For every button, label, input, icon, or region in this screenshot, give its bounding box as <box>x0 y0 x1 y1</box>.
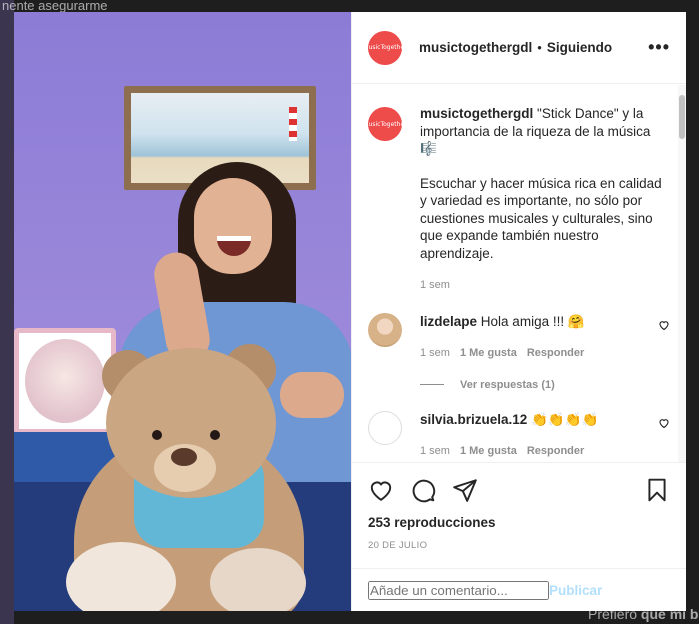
video-person-arm-right <box>280 372 344 418</box>
comment-item: lizdelape Hola amiga !!! 🤗 1 sem 1 Me gu… <box>368 312 670 363</box>
comments-scrollbar[interactable] <box>678 85 686 462</box>
author-username[interactable]: musictogethergdl <box>419 40 532 55</box>
commenter-avatar[interactable] <box>368 312 402 347</box>
teddy-bear-eye <box>152 430 162 440</box>
view-count[interactable]: 253 reproducciones <box>368 515 670 530</box>
avatar-logo-text: MusicTogether <box>363 44 407 51</box>
comment-username[interactable]: silvia.brizuela.12 <box>420 412 527 427</box>
video-person-face <box>194 178 272 274</box>
caption-username[interactable]: musictogethergdl <box>420 106 533 121</box>
commenter-avatar[interactable] <box>368 410 402 445</box>
comment-time[interactable]: 1 sem <box>420 443 450 461</box>
following-button[interactable]: Siguiendo <box>547 40 612 55</box>
comment-composer: Publicar <box>352 568 686 611</box>
comments-scrollbar-thumb[interactable] <box>679 95 685 139</box>
caption-time[interactable]: 1 sem <box>420 277 450 295</box>
header-separator: • <box>537 40 542 55</box>
video-player[interactable] <box>14 12 351 611</box>
view-replies-label: Ver respuestas (1) <box>460 378 555 391</box>
caption-avatar[interactable]: MusicTogether <box>363 107 407 141</box>
avatar-logo-text: MusicTogether <box>363 120 407 128</box>
share-paper-plane-icon[interactable] <box>452 477 478 503</box>
comment-username[interactable]: lizdelape <box>420 314 477 329</box>
add-comment-input[interactable] <box>368 580 549 600</box>
comments-list[interactable]: MusicTogether musictogethergdl "Stick Da… <box>352 85 686 462</box>
teddy-bear-foot-right <box>210 548 306 611</box>
caption: MusicTogether musictogethergdl "Stick Da… <box>363 105 670 295</box>
teddy-bear-nose <box>171 448 197 466</box>
comment-text: 👏👏👏👏 <box>531 411 599 427</box>
teddy-bear-eye <box>210 430 220 440</box>
like-heart-icon[interactable] <box>368 477 394 503</box>
save-bookmark-icon[interactable] <box>644 477 670 503</box>
like-comment-heart-icon[interactable] <box>658 319 670 331</box>
more-options-icon[interactable]: ••• <box>648 37 670 58</box>
post-header: MusicTogether musictogethergdl • Siguien… <box>352 12 686 84</box>
post-side-panel: MusicTogether musictogethergdl • Siguien… <box>351 12 686 611</box>
view-replies-toggle[interactable]: Ver respuestas (1) <box>420 379 670 391</box>
like-comment-heart-icon[interactable] <box>658 417 670 429</box>
post-modal: MusicTogether musictogethergdl • Siguien… <box>14 12 686 611</box>
reply-button[interactable]: Responder <box>527 345 584 363</box>
post-date: 20 DE JULIO <box>368 540 428 551</box>
comment-likes[interactable]: 1 Me gusta <box>460 345 517 363</box>
comment-item: silvia.brizuela.12 👏👏👏👏 1 sem 1 Me gusta… <box>368 410 670 461</box>
comment-text: Hola amiga !!! 🤗 <box>480 313 585 329</box>
caption-body: Escuchar y hacer música rica en calidad … <box>420 175 662 261</box>
comment-bubble-icon[interactable] <box>410 477 436 503</box>
comment-likes[interactable]: 1 Me gusta <box>460 443 517 461</box>
video-picture-frame <box>14 328 116 434</box>
post-actions: 253 reproducciones 20 DE JULIO <box>352 462 686 551</box>
comment-time[interactable]: 1 sem <box>420 345 450 363</box>
reply-button[interactable]: Responder <box>527 443 584 461</box>
publish-button[interactable]: Publicar <box>549 583 602 598</box>
author-avatar[interactable]: MusicTogether <box>363 30 407 65</box>
replies-divider <box>420 384 444 385</box>
